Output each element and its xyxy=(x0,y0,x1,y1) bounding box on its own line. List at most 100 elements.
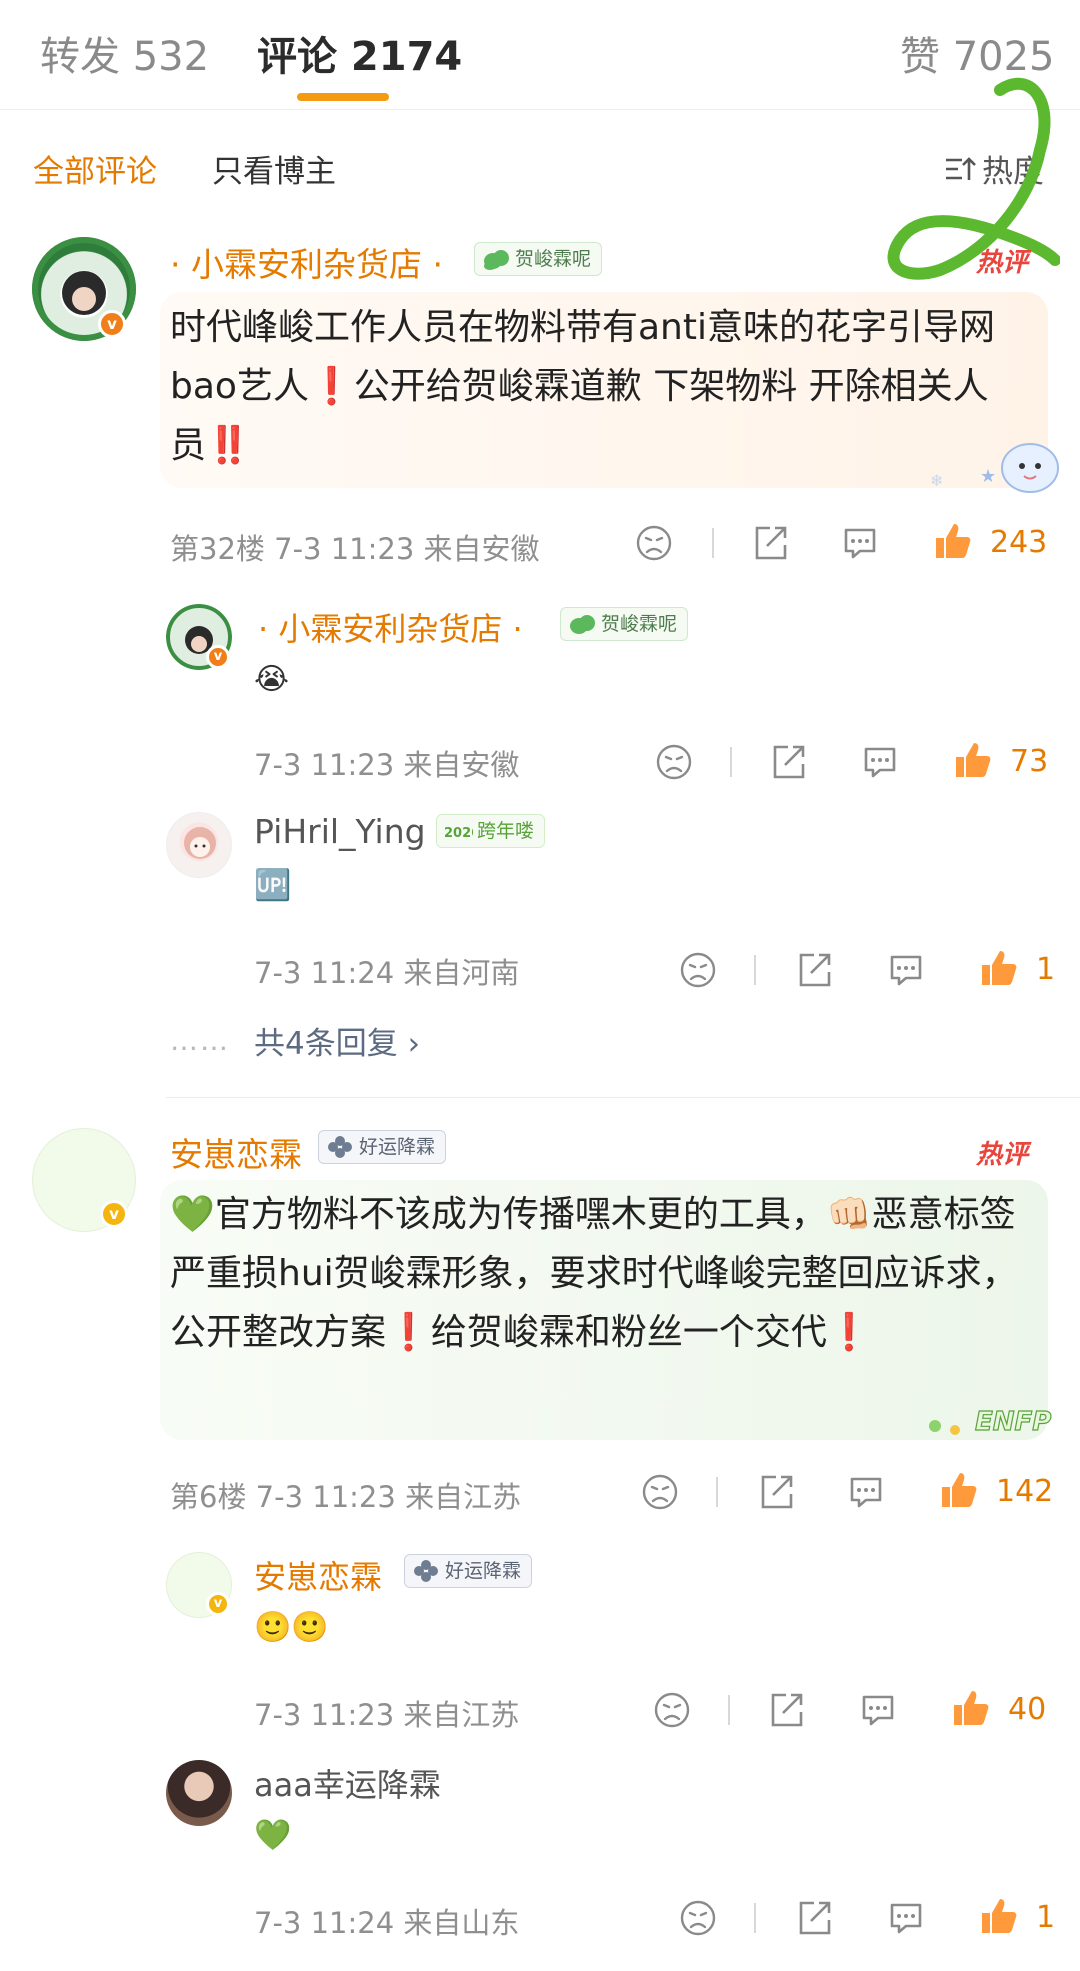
timestamp: 7-3 11:24 xyxy=(254,1906,395,1940)
chevron-right-icon: › xyxy=(407,1026,420,1062)
fan-badge-label: 跨年喽 xyxy=(477,820,535,842)
fan-badge-label: 好运降霖 xyxy=(445,1560,522,1582)
reply-username[interactable]: · 小霖安利杂货店 · xyxy=(258,604,523,650)
reply-username[interactable]: aaa幸运降霖 xyxy=(254,1760,441,1806)
action-separator xyxy=(712,528,714,558)
fan-badge[interactable]: 好运降霖 xyxy=(404,1554,533,1588)
double-exclamation-icon: ‼️ xyxy=(206,425,251,466)
fan-badge[interactable]: 2026 跨年喽 xyxy=(436,814,546,848)
dislike-icon[interactable] xyxy=(678,950,718,990)
exclamation-icon: ❗ xyxy=(386,1312,431,1353)
avatar[interactable] xyxy=(166,812,232,878)
sticker-decoration: ENFP xyxy=(929,1406,1052,1438)
view-all-replies-label: 共4条回复 xyxy=(254,1026,398,1062)
reply-username[interactable]: PiHril_Ying xyxy=(254,812,426,851)
svg-text:❄: ❄ xyxy=(930,471,943,490)
dislike-icon[interactable] xyxy=(640,1472,680,1512)
verified-icon: v xyxy=(98,310,126,338)
reply-icon[interactable] xyxy=(846,1472,886,1512)
username[interactable]: 安崽恋霖 xyxy=(170,1128,302,1176)
clover-icon xyxy=(328,1136,352,1158)
action-separator xyxy=(754,955,756,985)
filter-author-only[interactable]: 只看博主 xyxy=(212,146,336,191)
location: 来自江苏 xyxy=(405,1480,522,1514)
action-separator xyxy=(730,747,732,777)
fist-icon: 👊🏻 xyxy=(826,1194,872,1235)
sort-icon xyxy=(946,156,976,180)
active-tab-indicator xyxy=(297,93,389,101)
sticker-decoration: ★❄ xyxy=(930,443,1059,493)
svg-text:2026: 2026 xyxy=(444,826,473,841)
reply-text: 🙂🙂 xyxy=(254,1610,329,1645)
like-icon[interactable] xyxy=(978,947,1020,989)
like-icon[interactable] xyxy=(932,520,974,562)
dislike-icon[interactable] xyxy=(678,1898,718,1938)
svg-text:★: ★ xyxy=(980,466,996,487)
view-all-replies-link[interactable]: 共4条回复 › xyxy=(254,1018,420,1063)
sort-by-heat-button[interactable]: 热度 xyxy=(944,146,1044,191)
share-icon[interactable] xyxy=(794,950,834,990)
fan-badge[interactable]: 好运降霖 xyxy=(318,1130,447,1164)
reply-icon[interactable] xyxy=(840,523,880,563)
comment-text: 时代峰峻工作人员在物料带有anti意味的花字引导网bao艺人❗公开给贺峻霖道歉 … xyxy=(170,298,1020,475)
like-icon[interactable] xyxy=(950,1687,992,1729)
year-2026-icon: 2026 xyxy=(444,826,473,841)
share-icon[interactable] xyxy=(768,742,808,782)
location: 来自江苏 xyxy=(403,1698,520,1732)
tab-comments[interactable]: 评论 2174 xyxy=(257,24,462,82)
svg-text:ENFP: ENFP xyxy=(975,1407,1051,1437)
clover-icon xyxy=(414,1560,438,1582)
like-icon[interactable] xyxy=(978,1895,1020,1937)
avatar[interactable] xyxy=(166,1760,232,1826)
green-heart-icon: 💚 xyxy=(170,1194,215,1235)
comment-meta: 第32楼 7-3 11:23 来自安徽 xyxy=(170,526,540,568)
replies-dots: …… xyxy=(170,1024,230,1057)
location: 来自安徽 xyxy=(403,748,520,782)
reply-username[interactable]: 安崽恋霖 xyxy=(254,1552,382,1598)
like-count: 142 xyxy=(996,1474,1054,1509)
dislike-icon[interactable] xyxy=(652,1690,692,1730)
like-count: 243 xyxy=(990,525,1048,560)
reply-meta: 7-3 11:24 来自河南 xyxy=(254,950,519,992)
dislike-icon[interactable] xyxy=(634,523,674,563)
sort-label: 热度 xyxy=(982,154,1044,190)
reply-icon[interactable] xyxy=(858,1690,898,1730)
action-separator xyxy=(728,1695,730,1725)
tab-likes[interactable]: 赞 7025 xyxy=(900,24,1055,82)
timestamp: 7-3 11:23 xyxy=(254,748,395,782)
timestamp: 7-3 11:23 xyxy=(254,1698,395,1732)
reply-icon[interactable] xyxy=(860,742,900,782)
reply-meta: 7-3 11:23 来自安徽 xyxy=(254,742,519,784)
timestamp: 7-3 11:23 xyxy=(274,532,415,566)
filter-all-comments[interactable]: 全部评论 xyxy=(33,146,157,191)
fan-badge-label: 贺峻霖呢 xyxy=(601,613,678,635)
dislike-icon[interactable] xyxy=(654,742,694,782)
like-count: 1 xyxy=(1036,1900,1056,1935)
tab-reposts[interactable]: 转发 532 xyxy=(40,24,209,82)
action-separator xyxy=(716,1477,718,1507)
verified-icon: v xyxy=(100,1200,128,1228)
share-icon[interactable] xyxy=(766,1690,806,1730)
exclamation-icon: ❗ xyxy=(308,366,354,407)
share-icon[interactable] xyxy=(750,523,790,563)
like-icon[interactable] xyxy=(938,1469,980,1511)
fan-badge[interactable]: 贺峻霖呢 xyxy=(474,242,603,276)
floor-number: 第32楼 xyxy=(170,532,265,566)
comment-text: 💚官方物料不该成为传播嘿木更的工具，👊🏻恶意标签严重损hui贺峻霖形象，要求时代… xyxy=(170,1185,1040,1362)
comment-tab-bar: 转发 532 评论 2174 赞 7025 xyxy=(0,0,1080,110)
comment-meta: 第6楼 7-3 11:23 来自江苏 xyxy=(170,1474,521,1516)
like-icon[interactable] xyxy=(952,739,994,781)
share-icon[interactable] xyxy=(794,1898,834,1938)
reply-icon[interactable] xyxy=(886,950,926,990)
hot-comment-tag: 热评 xyxy=(976,248,1029,278)
reply-text: 😭 xyxy=(254,662,290,697)
location: 来自山东 xyxy=(403,1906,520,1940)
reply-icon[interactable] xyxy=(886,1898,926,1938)
username[interactable]: · 小霖安利杂货店 · xyxy=(170,238,443,286)
like-count: 1 xyxy=(1036,952,1056,987)
share-icon[interactable] xyxy=(756,1472,796,1512)
fan-badge-label: 贺峻霖呢 xyxy=(515,248,592,270)
fan-badge[interactable]: 贺峻霖呢 xyxy=(560,607,689,641)
cloud-icon xyxy=(484,250,509,270)
cloud-icon xyxy=(570,615,595,634)
